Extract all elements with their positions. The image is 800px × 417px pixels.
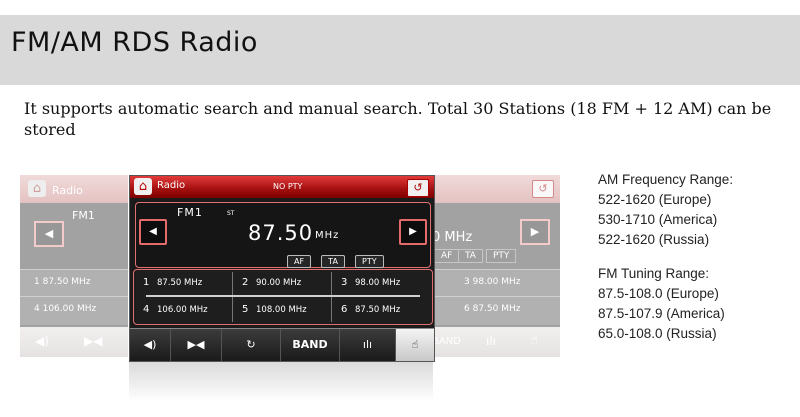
seek-button[interactable]: ▶◀ [171, 329, 222, 361]
preset-number: 1 [143, 277, 150, 288]
page-header: FM/AM RDS Radio [0, 15, 800, 85]
screen-reflection [129, 362, 433, 402]
bottom-toolbar: ◀) ▶◀ ↻ BAND ılı ☝ [130, 328, 434, 361]
right-panel-fade [432, 175, 560, 357]
equalizer-button[interactable]: ılı [340, 329, 396, 361]
fm-range-item: 87.5-107.9 (America) [598, 306, 725, 321]
scan-button[interactable]: ↻ [222, 329, 281, 361]
preset-5[interactable]: 5 108.00 MHz [233, 297, 331, 323]
stereo-indicator: ST [227, 210, 235, 217]
radio-topbar: ⌂ Radio NO PTY ↺ [130, 176, 434, 198]
fm-range-title: FM Tuning Range: [598, 266, 710, 281]
radio-title: Radio [157, 180, 186, 191]
preset-frequency: 106.00 MHz [157, 305, 208, 315]
page-title: FM/AM RDS Radio [11, 27, 258, 58]
preset-number: 2 [242, 277, 249, 288]
preset-frequency: 108.00 MHz [256, 305, 307, 315]
preset-4[interactable]: 4 106.00 MHz [134, 297, 232, 323]
am-range-item: 522-1620 (Russia) [598, 232, 710, 247]
am-range-block: AM Frequency Range: 522-1620 (Europe) 53… [598, 170, 733, 250]
fm-range-item: 87.5-108.0 (Europe) [598, 286, 719, 301]
touch-icon: ☝ [411, 338, 419, 351]
equalizer-icon: ılı [362, 338, 373, 351]
radio-screen: ⌂ Radio NO PTY ↺ FM1 ST 87.50 MHz ◀ ▶ AF… [129, 175, 435, 362]
preset-divider [331, 272, 332, 322]
volume-button[interactable]: ◀) [130, 329, 171, 361]
ta-button[interactable]: TA [321, 255, 345, 268]
band-button[interactable]: BAND [281, 329, 340, 361]
fm-range-block: FM Tuning Range: 87.5-108.0 (Europe) 87.… [598, 264, 725, 344]
pty-button[interactable]: PTY [355, 255, 384, 268]
frequency-readout: 87.50 [248, 221, 314, 245]
preset-3[interactable]: 3 98.00 MHz [332, 270, 430, 296]
band-label: FM1 [177, 206, 203, 219]
am-range-item: 522-1620 (Europe) [598, 192, 712, 207]
scan-icon: ↻ [246, 338, 256, 351]
radio-screen-right-preview: ↺ 0 MHz ▶ AF TA PTY 3 98.00 MHz 6 87.50 … [432, 175, 560, 357]
preset-frequency: 87.50 MHz [355, 305, 401, 315]
tuner-display: FM1 ST 87.50 MHz ◀ ▶ AF TA PTY [135, 202, 431, 268]
seek-down-button[interactable]: ◀ [139, 219, 167, 245]
radio-screen-left-preview: ⌂ Radio FM1 ◀ 1 87.50 MHz 4 106.00 MHz ◀… [20, 175, 128, 357]
preset-divider [232, 272, 233, 322]
home-icon[interactable]: ⌂ [134, 178, 152, 195]
preset-number: 6 [341, 304, 348, 315]
preset-frequency: 87.50 MHz [157, 278, 203, 288]
back-icon[interactable]: ↺ [407, 179, 429, 197]
fm-range-item: 65.0-108.0 (Russia) [598, 326, 717, 341]
rds-options: AF TA PTY [287, 249, 389, 268]
preset-grid: 1 87.50 MHz 2 90.00 MHz 3 98.00 MHz 4 106.00… [133, 269, 433, 325]
frequency-unit: MHz [315, 230, 340, 241]
preset-6[interactable]: 6 87.50 MHz [332, 297, 430, 323]
seek-up-button[interactable]: ▶ [399, 219, 427, 245]
am-range-item: 530-1710 (America) [598, 212, 718, 227]
preset-2[interactable]: 2 90.00 MHz [233, 270, 331, 296]
seek-icon: ▶◀ [187, 338, 205, 351]
preset-number: 4 [143, 304, 150, 315]
feature-description: It supports automatic search and manual … [24, 99, 772, 139]
left-panel-fade [20, 175, 128, 357]
preset-divider [146, 295, 420, 297]
preset-number: 5 [242, 304, 249, 315]
preset-number: 3 [341, 277, 348, 288]
touch-button[interactable]: ☝ [396, 329, 434, 361]
af-button[interactable]: AF [287, 255, 312, 268]
pty-status: NO PTY [273, 182, 303, 191]
preset-frequency: 90.00 MHz [256, 278, 302, 288]
preset-1[interactable]: 1 87.50 MHz [134, 270, 232, 296]
volume-icon: ◀) [143, 338, 157, 351]
am-range-title: AM Frequency Range: [598, 172, 734, 187]
preset-frequency: 98.00 MHz [355, 278, 401, 288]
